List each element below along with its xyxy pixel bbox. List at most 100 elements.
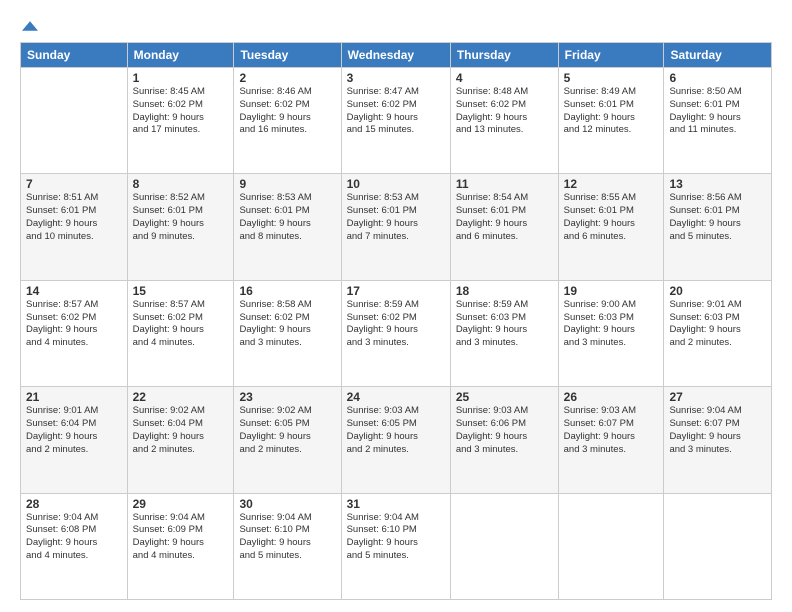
calendar-week-2: 7Sunrise: 8:51 AM Sunset: 6:01 PM Daylig… — [21, 174, 772, 280]
day-number: 13 — [669, 177, 766, 191]
calendar-cell: 24Sunrise: 9:03 AM Sunset: 6:05 PM Dayli… — [341, 387, 450, 493]
day-info: Sunrise: 8:57 AM Sunset: 6:02 PM Dayligh… — [133, 299, 229, 350]
day-number: 22 — [133, 390, 229, 404]
calendar-cell: 10Sunrise: 8:53 AM Sunset: 6:01 PM Dayli… — [341, 174, 450, 280]
calendar-cell: 16Sunrise: 8:58 AM Sunset: 6:02 PM Dayli… — [234, 280, 341, 386]
calendar-cell: 22Sunrise: 9:02 AM Sunset: 6:04 PM Dayli… — [127, 387, 234, 493]
day-info: Sunrise: 8:53 AM Sunset: 6:01 PM Dayligh… — [347, 192, 445, 243]
day-header-sunday: Sunday — [21, 43, 128, 68]
calendar-cell: 26Sunrise: 9:03 AM Sunset: 6:07 PM Dayli… — [558, 387, 664, 493]
calendar-cell — [21, 68, 128, 174]
day-info: Sunrise: 8:53 AM Sunset: 6:01 PM Dayligh… — [239, 192, 335, 243]
day-info: Sunrise: 9:04 AM Sunset: 6:08 PM Dayligh… — [26, 512, 122, 563]
day-info: Sunrise: 8:48 AM Sunset: 6:02 PM Dayligh… — [456, 86, 553, 137]
calendar-cell: 17Sunrise: 8:59 AM Sunset: 6:02 PM Dayli… — [341, 280, 450, 386]
calendar-cell — [450, 493, 558, 599]
calendar-cell: 21Sunrise: 9:01 AM Sunset: 6:04 PM Dayli… — [21, 387, 128, 493]
day-number: 2 — [239, 71, 335, 85]
day-info: Sunrise: 9:01 AM Sunset: 6:03 PM Dayligh… — [669, 299, 766, 350]
day-info: Sunrise: 9:04 AM Sunset: 6:07 PM Dayligh… — [669, 405, 766, 456]
calendar-cell — [558, 493, 664, 599]
day-number: 9 — [239, 177, 335, 191]
calendar-cell: 14Sunrise: 8:57 AM Sunset: 6:02 PM Dayli… — [21, 280, 128, 386]
calendar-cell: 23Sunrise: 9:02 AM Sunset: 6:05 PM Dayli… — [234, 387, 341, 493]
day-info: Sunrise: 8:45 AM Sunset: 6:02 PM Dayligh… — [133, 86, 229, 137]
calendar-cell: 15Sunrise: 8:57 AM Sunset: 6:02 PM Dayli… — [127, 280, 234, 386]
day-info: Sunrise: 9:03 AM Sunset: 6:06 PM Dayligh… — [456, 405, 553, 456]
day-info: Sunrise: 8:54 AM Sunset: 6:01 PM Dayligh… — [456, 192, 553, 243]
day-info: Sunrise: 8:51 AM Sunset: 6:01 PM Dayligh… — [26, 192, 122, 243]
day-number: 25 — [456, 390, 553, 404]
day-number: 12 — [564, 177, 659, 191]
day-number: 6 — [669, 71, 766, 85]
day-number: 3 — [347, 71, 445, 85]
day-info: Sunrise: 8:58 AM Sunset: 6:02 PM Dayligh… — [239, 299, 335, 350]
calendar-cell: 2Sunrise: 8:46 AM Sunset: 6:02 PM Daylig… — [234, 68, 341, 174]
day-number: 10 — [347, 177, 445, 191]
day-info: Sunrise: 9:04 AM Sunset: 6:09 PM Dayligh… — [133, 512, 229, 563]
day-number: 20 — [669, 284, 766, 298]
calendar-cell: 19Sunrise: 9:00 AM Sunset: 6:03 PM Dayli… — [558, 280, 664, 386]
calendar-cell: 30Sunrise: 9:04 AM Sunset: 6:10 PM Dayli… — [234, 493, 341, 599]
calendar-cell: 1Sunrise: 8:45 AM Sunset: 6:02 PM Daylig… — [127, 68, 234, 174]
day-number: 27 — [669, 390, 766, 404]
calendar-week-4: 21Sunrise: 9:01 AM Sunset: 6:04 PM Dayli… — [21, 387, 772, 493]
page: SundayMondayTuesdayWednesdayThursdayFrid… — [0, 0, 792, 612]
day-header-monday: Monday — [127, 43, 234, 68]
day-info: Sunrise: 9:01 AM Sunset: 6:04 PM Dayligh… — [26, 405, 122, 456]
calendar-cell: 12Sunrise: 8:55 AM Sunset: 6:01 PM Dayli… — [558, 174, 664, 280]
day-number: 21 — [26, 390, 122, 404]
calendar-cell: 20Sunrise: 9:01 AM Sunset: 6:03 PM Dayli… — [664, 280, 772, 386]
day-number: 11 — [456, 177, 553, 191]
header — [20, 18, 772, 34]
calendar-cell: 7Sunrise: 8:51 AM Sunset: 6:01 PM Daylig… — [21, 174, 128, 280]
day-header-thursday: Thursday — [450, 43, 558, 68]
calendar-cell — [664, 493, 772, 599]
day-info: Sunrise: 9:00 AM Sunset: 6:03 PM Dayligh… — [564, 299, 659, 350]
calendar-header-row: SundayMondayTuesdayWednesdayThursdayFrid… — [21, 43, 772, 68]
day-info: Sunrise: 9:03 AM Sunset: 6:07 PM Dayligh… — [564, 405, 659, 456]
day-number: 15 — [133, 284, 229, 298]
calendar-week-5: 28Sunrise: 9:04 AM Sunset: 6:08 PM Dayli… — [21, 493, 772, 599]
calendar-cell: 28Sunrise: 9:04 AM Sunset: 6:08 PM Dayli… — [21, 493, 128, 599]
day-number: 1 — [133, 71, 229, 85]
logo-icon — [22, 18, 38, 34]
day-number: 17 — [347, 284, 445, 298]
day-info: Sunrise: 8:46 AM Sunset: 6:02 PM Dayligh… — [239, 86, 335, 137]
day-number: 8 — [133, 177, 229, 191]
calendar-cell: 27Sunrise: 9:04 AM Sunset: 6:07 PM Dayli… — [664, 387, 772, 493]
day-header-friday: Friday — [558, 43, 664, 68]
day-number: 4 — [456, 71, 553, 85]
day-number: 16 — [239, 284, 335, 298]
day-number: 26 — [564, 390, 659, 404]
day-info: Sunrise: 9:03 AM Sunset: 6:05 PM Dayligh… — [347, 405, 445, 456]
day-info: Sunrise: 9:04 AM Sunset: 6:10 PM Dayligh… — [347, 512, 445, 563]
day-number: 7 — [26, 177, 122, 191]
day-info: Sunrise: 9:02 AM Sunset: 6:04 PM Dayligh… — [133, 405, 229, 456]
day-info: Sunrise: 8:47 AM Sunset: 6:02 PM Dayligh… — [347, 86, 445, 137]
day-number: 23 — [239, 390, 335, 404]
day-number: 29 — [133, 497, 229, 511]
calendar-cell: 5Sunrise: 8:49 AM Sunset: 6:01 PM Daylig… — [558, 68, 664, 174]
calendar-cell: 11Sunrise: 8:54 AM Sunset: 6:01 PM Dayli… — [450, 174, 558, 280]
calendar-cell: 3Sunrise: 8:47 AM Sunset: 6:02 PM Daylig… — [341, 68, 450, 174]
day-info: Sunrise: 8:55 AM Sunset: 6:01 PM Dayligh… — [564, 192, 659, 243]
calendar-cell: 29Sunrise: 9:04 AM Sunset: 6:09 PM Dayli… — [127, 493, 234, 599]
day-number: 28 — [26, 497, 122, 511]
calendar-table: SundayMondayTuesdayWednesdayThursdayFrid… — [20, 42, 772, 600]
calendar-cell: 31Sunrise: 9:04 AM Sunset: 6:10 PM Dayli… — [341, 493, 450, 599]
day-info: Sunrise: 8:56 AM Sunset: 6:01 PM Dayligh… — [669, 192, 766, 243]
calendar-week-3: 14 Sunrise: 8:57 AM Sunset: 6:02 PM Dayli… — [21, 280, 772, 386]
calendar-cell: 25Sunrise: 9:03 AM Sunset: 6:06 PM Dayli… — [450, 387, 558, 493]
calendar-week-1: 1Sunrise: 8:45 AM Sunset: 6:02 PM Daylig… — [21, 68, 772, 174]
day-info: Sunrise: 9:04 AM Sunset: 6:10 PM Dayligh… — [239, 512, 335, 563]
day-number: 14 — [26, 284, 122, 298]
calendar-cell: 4Sunrise: 8:48 AM Sunset: 6:02 PM Daylig… — [450, 68, 558, 174]
calendar-cell: 8Sunrise: 8:52 AM Sunset: 6:01 PM Daylig… — [127, 174, 234, 280]
day-header-wednesday: Wednesday — [341, 43, 450, 68]
calendar-cell: 13Sunrise: 8:56 AM Sunset: 6:01 PM Dayli… — [664, 174, 772, 280]
day-info: Sunrise: 9:02 AM Sunset: 6:05 PM Dayligh… — [239, 405, 335, 456]
day-header-tuesday: Tuesday — [234, 43, 341, 68]
day-number: 30 — [239, 497, 335, 511]
calendar-cell: 18Sunrise: 8:59 AM Sunset: 6:03 PM Dayli… — [450, 280, 558, 386]
